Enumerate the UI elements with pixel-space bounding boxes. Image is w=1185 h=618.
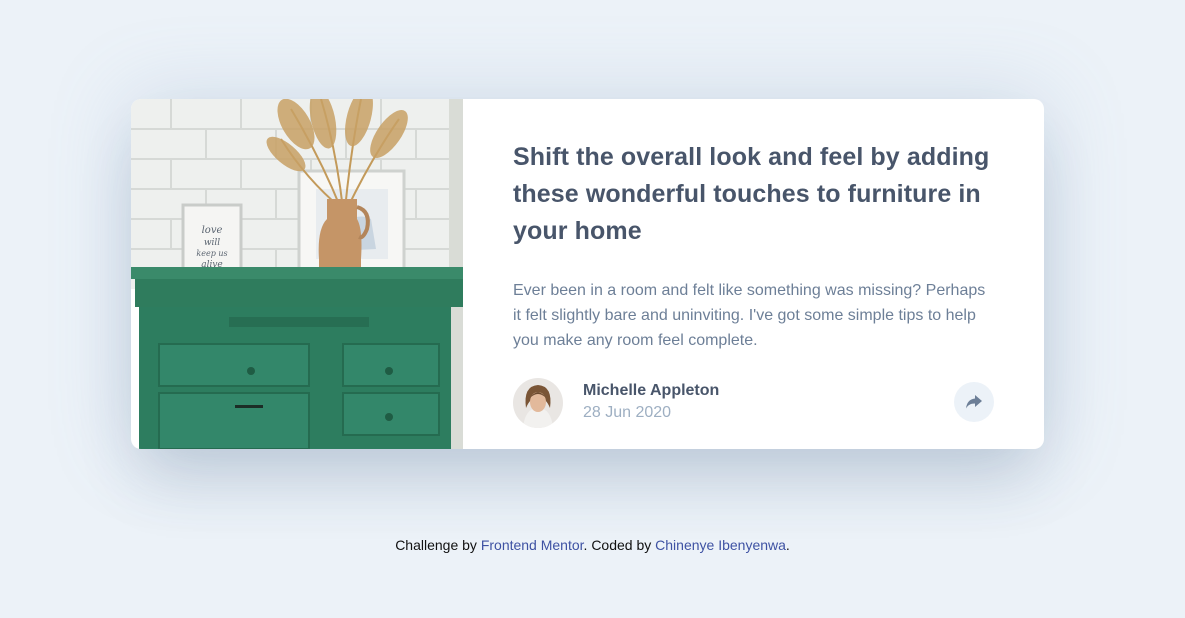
share-icon — [966, 395, 982, 409]
svg-text:keep us: keep us — [196, 249, 227, 258]
article-image: love will keep us alive — [131, 99, 463, 449]
article-card: love will keep us alive Shift the overal… — [131, 99, 1044, 449]
article-content: Shift the overall look and feel by addin… — [463, 99, 1044, 449]
article-description: Ever been in a room and felt like someth… — [513, 282, 986, 349]
attribution-middle: . Coded by — [583, 537, 656, 553]
attribution-prefix: Challenge by — [395, 537, 481, 553]
svg-text:will: will — [204, 238, 220, 248]
author-row: Michelle Appleton 28 Jun 2020 — [513, 378, 994, 428]
frontend-mentor-link[interactable]: Frontend Mentor — [481, 537, 584, 553]
article-title: Shift the overall look and feel by addin… — [513, 143, 990, 245]
share-button[interactable] — [954, 382, 994, 422]
post-date: 28 Jun 2020 — [583, 404, 672, 421]
author-link[interactable]: Chinenye Ibenyenwa — [655, 537, 786, 553]
author-name: Michelle Appleton — [583, 382, 720, 399]
attribution: Challenge by Frontend Mentor. Coded by C… — [0, 537, 1185, 553]
frame-quote: love — [202, 225, 223, 236]
attribution-suffix: . — [785, 537, 790, 553]
avatar — [513, 378, 563, 428]
